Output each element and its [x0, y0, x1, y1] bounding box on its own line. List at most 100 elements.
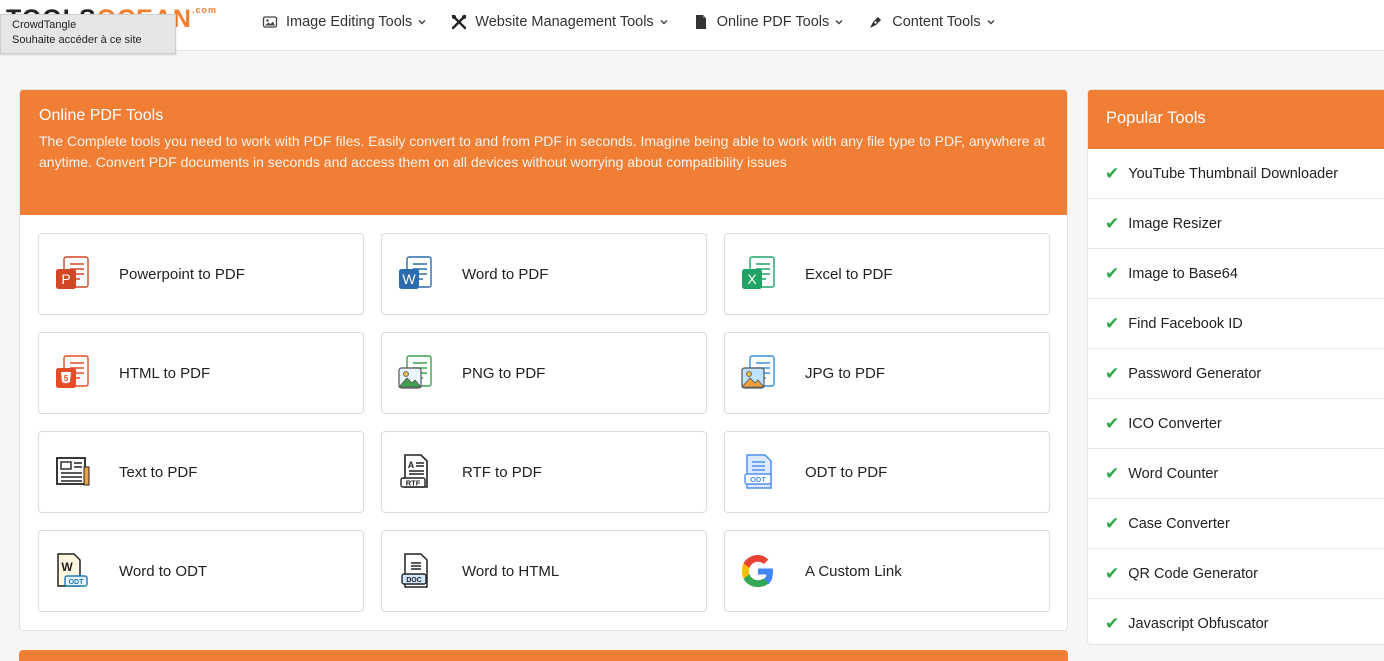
tool-label: Word to ODT — [119, 562, 208, 580]
png-image-icon — [398, 355, 432, 389]
tool-word-to-pdf[interactable]: W Word to PDF — [381, 233, 707, 315]
popular-tool-item[interactable]: ✔ ICO Converter — [1088, 399, 1384, 449]
check-icon: ✔ — [1105, 313, 1120, 333]
popular-tool-item[interactable]: ✔ Password Generator — [1088, 349, 1384, 399]
svg-text:P: P — [61, 271, 70, 287]
powerpoint-icon: P — [56, 256, 89, 289]
tool-label: ODT to PDF — [805, 463, 888, 481]
top-navbar: TOOLSOCEAN.com CrowdTangle Souhaite accé… — [0, 0, 1384, 54]
excel-icon: X — [742, 256, 775, 289]
check-icon: ✔ — [1105, 463, 1120, 483]
popular-tool-label: Password Generator — [1128, 365, 1262, 382]
tool-jpg-to-pdf[interactable]: JPG to PDF — [724, 332, 1050, 414]
tool-word-to-html[interactable]: DOC Word to HTML — [381, 530, 707, 612]
popular-tool-item[interactable]: ✔ Image to Base64 — [1088, 249, 1384, 299]
popular-tool-label: ICO Converter — [1128, 415, 1222, 432]
svg-text:W: W — [61, 560, 73, 574]
tool-label: RTF to PDF — [462, 463, 542, 481]
popular-tools-card: Popular Tools ✔ YouTube Thumbnail Downloa… — [1087, 89, 1384, 645]
popular-tool-item[interactable]: ✔ Case Converter — [1088, 499, 1384, 549]
popular-tool-label: Word Counter — [1128, 465, 1219, 482]
tool-custom-link[interactable]: A Custom Link — [724, 530, 1050, 612]
check-icon: ✔ — [1105, 163, 1120, 183]
check-icon: ✔ — [1105, 614, 1120, 633]
check-icon: ✔ — [1105, 563, 1120, 583]
check-icon: ✔ — [1105, 263, 1120, 283]
popular-tools-list: ✔ YouTube Thumbnail Downloader ✔ Image Res… — [1088, 149, 1384, 644]
svg-text:ODT: ODT — [750, 475, 766, 484]
tool-grid: P Powerpoint to PDF W Word to PDF X Exce… — [38, 233, 1050, 612]
svg-text:DOC: DOC — [406, 577, 422, 584]
chevron-down-icon — [987, 20, 995, 25]
popular-tool-item[interactable]: ✔ Word Counter — [1088, 449, 1384, 499]
popular-tool-label: Javascript Obfuscator — [1128, 616, 1269, 632]
chevron-down-icon — [835, 20, 843, 25]
check-icon: ✔ — [1105, 213, 1120, 233]
card-description: The Complete tools you need to work with… — [39, 133, 1046, 170]
tool-png-to-pdf[interactable]: PNG to PDF — [381, 332, 707, 414]
popular-tool-item[interactable]: ✔ Javascript Obfuscator — [1088, 599, 1384, 644]
popular-tool-item[interactable]: ✔ QR Code Generator — [1088, 549, 1384, 599]
next-section-header — [19, 650, 1068, 661]
logo-suffix: .com — [191, 5, 217, 15]
nav-content-tools[interactable]: Content Tools — [868, 14, 995, 30]
word-odt-icon: W ODT — [57, 553, 88, 587]
nav-label: Image Editing Tools — [286, 14, 413, 30]
tool-label: A Custom Link — [805, 562, 902, 580]
nav-label: Content Tools — [892, 14, 981, 30]
popular-tools-title: Popular Tools — [1088, 90, 1384, 149]
popular-tool-item[interactable]: ✔ Find Facebook ID — [1088, 299, 1384, 349]
chevron-down-icon — [660, 20, 668, 25]
browser-tooltip: CrowdTangle Souhaite accéder à ce site — [0, 14, 176, 54]
card-header: Online PDF Tools The Complete tools you … — [20, 90, 1067, 215]
tool-label: Excel to PDF — [805, 265, 893, 283]
tool-label: Text to PDF — [119, 463, 198, 481]
tooltip-line-1: CrowdTangle — [12, 19, 77, 31]
tool-label: Word to PDF — [462, 265, 549, 283]
popular-tool-item[interactable]: ✔ Image Resizer — [1088, 199, 1384, 249]
chevron-down-icon — [418, 20, 426, 25]
popular-tool-item[interactable]: ✔ YouTube Thumbnail Downloader — [1088, 149, 1384, 199]
html5-icon: 5 — [56, 355, 89, 388]
nav-label: Website Management Tools — [475, 14, 654, 30]
tool-odt-to-pdf[interactable]: ODT ODT to PDF — [724, 431, 1050, 513]
tool-text-to-pdf[interactable]: Text to PDF — [38, 431, 364, 513]
check-icon: ✔ — [1105, 513, 1120, 533]
doc-html-icon: DOC — [401, 553, 428, 588]
popular-tool-label: Find Facebook ID — [1128, 315, 1243, 332]
tools-icon — [452, 14, 467, 30]
pen-icon — [870, 17, 882, 28]
text-document-icon — [56, 457, 90, 486]
tool-label: HTML to PDF — [119, 364, 211, 382]
card-title: Online PDF Tools — [39, 107, 164, 124]
tool-word-to-odt[interactable]: W ODT Word to ODT — [38, 530, 364, 612]
tool-excel-to-pdf[interactable]: X Excel to PDF — [724, 233, 1050, 315]
tool-powerpoint-to-pdf[interactable]: P Powerpoint to PDF — [38, 233, 364, 315]
svg-text:W: W — [402, 271, 416, 287]
odt-document-icon: ODT — [744, 454, 772, 489]
tooltip-line-2: Souhaite accéder à ce site — [12, 34, 142, 46]
check-icon: ✔ — [1105, 363, 1120, 383]
tool-rtf-to-pdf[interactable]: A RTF RTF to PDF — [381, 431, 707, 513]
online-pdf-tools-card: Online PDF Tools The Complete tools you … — [19, 89, 1068, 631]
check-icon: ✔ — [1105, 413, 1120, 433]
nav-website-management-tools[interactable]: Website Management Tools — [451, 14, 668, 30]
tool-label: PNG to PDF — [462, 364, 546, 382]
svg-text:RTF: RTF — [406, 479, 421, 488]
popular-tool-label: QR Code Generator — [1128, 565, 1259, 582]
svg-text:X: X — [747, 271, 757, 287]
popular-tool-label: Case Converter — [1128, 515, 1230, 532]
nav-online-pdf-tools[interactable]: Online PDF Tools — [693, 14, 845, 30]
nav-label: Online PDF Tools — [716, 14, 830, 30]
nav-image-editing-tools[interactable]: Image Editing Tools — [262, 14, 427, 30]
svg-text:ODT: ODT — [69, 579, 85, 586]
rtf-document-icon: A RTF — [400, 454, 428, 488]
image-icon — [262, 16, 278, 28]
tool-html-to-pdf[interactable]: 5 HTML to PDF — [38, 332, 364, 414]
file-icon — [695, 15, 706, 29]
tool-label: Word to HTML — [462, 562, 560, 580]
popular-tool-label: Image to Base64 — [1128, 265, 1238, 282]
popular-tool-label: YouTube Thumbnail Downloader — [1128, 165, 1339, 182]
svg-text:5: 5 — [64, 374, 69, 383]
main-menu: Image Editing Tools Website Management T… — [262, 11, 996, 33]
